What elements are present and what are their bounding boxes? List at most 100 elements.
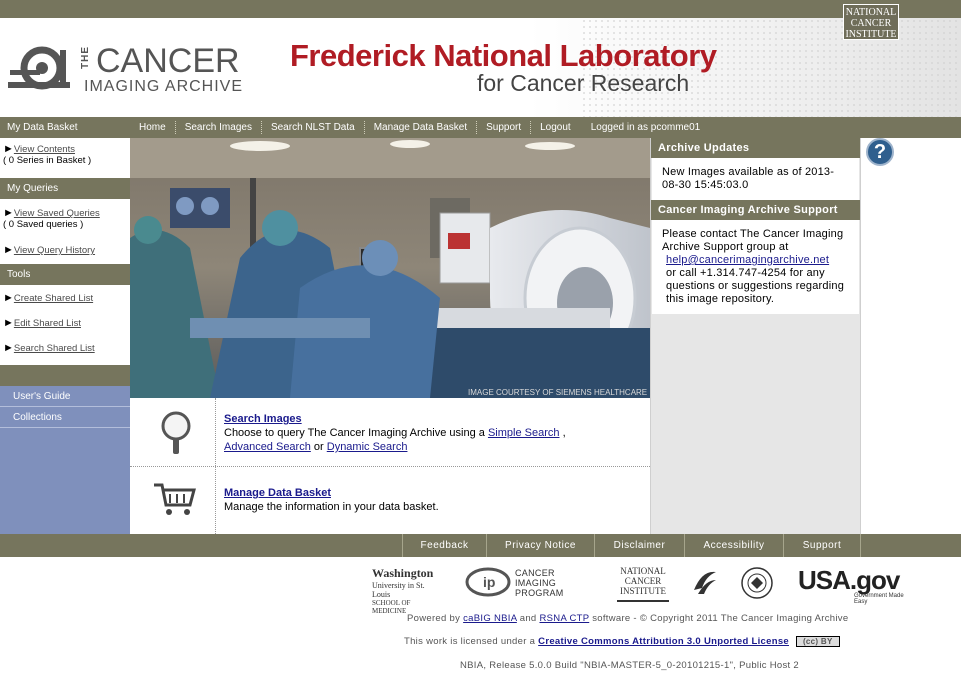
nih-logo[interactable] <box>740 566 774 602</box>
create-shared-list-link[interactable]: Create Shared List <box>14 293 93 304</box>
arrow-icon: ► <box>3 342 14 354</box>
tcia-logo[interactable]: THE CANCER IMAGING ARCHIVE <box>6 42 256 100</box>
nci-logo-bottom[interactable]: NATIONAL CANCER INSTITUTE <box>617 566 669 602</box>
search-images-link[interactable]: Search Images <box>224 412 644 426</box>
search-images-row: Search Images Choose to query The Cancer… <box>130 398 650 466</box>
archive-updates-box: New Images available as of 2013-08-30 15… <box>652 158 859 200</box>
tcia-the-text: THE <box>80 46 91 69</box>
sidebar-tools-body: ►Create Shared List ►Edit Shared List ►S… <box>0 285 130 365</box>
search-icon-cell <box>130 398 216 466</box>
manage-basket-row: Manage Data Basket Manage the informatio… <box>130 466 650 534</box>
view-contents-link[interactable]: View Contents <box>14 144 75 155</box>
release-info: NBIA, Release 5.0.0 Build "NBIA-MASTER-5… <box>460 660 799 671</box>
manage-basket-text: Manage Data Basket Manage the informatio… <box>224 486 644 514</box>
usagov-logo[interactable]: USA.gov Government Made Easy <box>798 565 908 605</box>
washu-name: Washington <box>372 566 434 580</box>
operating-room-illustration: IMAGE COURTESY OF SIEMENS HEALTHCARE <box>130 138 650 398</box>
cip-line-1: CANCER <box>515 568 555 578</box>
or-text: or <box>313 441 324 453</box>
nci-top-logo[interactable]: NATIONAL CANCER INSTITUTE <box>843 4 899 40</box>
usagov-sub: Government Made Easy <box>854 593 904 605</box>
rsna-link[interactable]: RSNA CTP <box>539 613 589 624</box>
logged-in-status: Logged in as pcomme01 <box>590 122 701 133</box>
basket-description: Manage the information in your data bask… <box>224 501 439 513</box>
arrow-icon: ► <box>3 292 14 304</box>
archive-updates-text: New Images available as of 2013-08-30 15… <box>662 166 835 191</box>
cabig-link[interactable]: caBIG NBIA <box>463 613 517 624</box>
simple-search-link[interactable]: Simple Search <box>488 427 560 439</box>
license-line: This work is licensed under a Creative C… <box>404 636 840 647</box>
arrow-icon: ► <box>3 207 14 219</box>
comma: , <box>562 427 566 439</box>
cip-icon: ip <box>465 567 511 597</box>
nih-seal-icon <box>741 567 773 599</box>
copyright-text: software - © Copyright 2011 The Cancer I… <box>592 613 849 624</box>
svg-text:ip: ip <box>483 574 495 590</box>
search-images-text: Search Images Choose to query The Cancer… <box>224 412 644 454</box>
manage-data-basket-link[interactable]: Manage Data Basket <box>224 486 644 500</box>
view-saved-queries-link[interactable]: View Saved Queries <box>14 208 100 219</box>
hhs-eagle-icon <box>694 571 716 594</box>
arrow-icon: ► <box>3 244 14 256</box>
nav-logout[interactable]: Logout <box>531 121 580 134</box>
sidebar-queries-body: ►View Saved Queries ( 0 Saved queries ) … <box>0 199 130 264</box>
top-bar <box>0 0 961 18</box>
nav-support[interactable]: Support <box>477 121 532 134</box>
collections-link[interactable]: Collections <box>0 407 130 428</box>
advanced-search-link[interactable]: Advanced Search <box>224 441 311 453</box>
footer-feedback[interactable]: Feedback <box>402 534 486 557</box>
cip-logo[interactable]: ip CANCER IMAGING PROGRAM <box>465 566 575 602</box>
arrow-icon: ► <box>3 143 14 155</box>
nav-search-nlst[interactable]: Search NLST Data <box>262 121 365 134</box>
search-shared-list-link[interactable]: Search Shared List <box>14 343 95 354</box>
main-actions: Search Images Choose to query The Cancer… <box>130 398 650 534</box>
support-head: Cancer Imaging Archive Support <box>651 200 860 220</box>
and-text: and <box>519 613 537 624</box>
cc-badge[interactable]: (cc) BY <box>795 636 840 647</box>
series-count: ( 0 Series in Basket ) <box>3 155 92 166</box>
nav-search-images[interactable]: Search Images <box>176 121 262 134</box>
cip-line-3: PROGRAM <box>515 588 564 598</box>
right-column: Archive Updates New Images available as … <box>650 138 861 534</box>
nav-home[interactable]: Home <box>130 121 176 134</box>
license-prefix: This work is licensed under a <box>404 636 536 648</box>
main-nav: Home Search Images Search NLST Data Mana… <box>130 117 961 138</box>
hhs-logo[interactable] <box>690 566 720 602</box>
footer-bar: Feedback Privacy Notice Disclaimer Acces… <box>0 534 961 557</box>
cip-line-2: IMAGING <box>515 578 557 588</box>
tcia-cancer-text: CANCER <box>96 42 240 80</box>
license-link[interactable]: Creative Commons Attribution 3.0 Unporte… <box>538 636 789 647</box>
washu-sub: University in St. Louis <box>372 581 425 599</box>
footer-disclaimer[interactable]: Disclaimer <box>594 534 684 557</box>
sidebar-spacer <box>0 365 130 386</box>
nav-manage-basket[interactable]: Manage Data Basket <box>365 121 478 134</box>
tcia-archive-text: IMAGING ARCHIVE <box>84 78 244 95</box>
archive-updates-head: Archive Updates <box>651 138 860 158</box>
washu-logo[interactable]: Washington University in St. Louis SCHOO… <box>372 566 442 615</box>
scanner-logo-icon <box>8 46 70 90</box>
view-query-history-link[interactable]: View Query History <box>14 245 95 256</box>
sidebar-queries-head: My Queries <box>0 178 130 199</box>
arrow-icon: ► <box>3 317 14 329</box>
fnl-title: Frederick National Laboratory <box>290 38 717 73</box>
sidebar: My Data Basket ►View Contents ( 0 Series… <box>0 117 130 534</box>
sidebar-tools-head: Tools <box>0 264 130 285</box>
sidebar-basket-head: My Data Basket <box>0 117 130 138</box>
support-text-1: Please contact The Cancer Imaging Archiv… <box>662 228 844 253</box>
support-text-2: or call +1.314.747-4254 for any question… <box>666 267 845 305</box>
support-email-link[interactable]: help@cancerimagingarchive.net <box>666 254 829 266</box>
banner-caption: IMAGE COURTESY OF SIEMENS HEALTHCARE <box>468 388 647 397</box>
footer-support[interactable]: Support <box>783 534 861 557</box>
usagov-text: USA.gov <box>798 565 900 595</box>
footer-privacy[interactable]: Privacy Notice <box>486 534 594 557</box>
edit-shared-list-link[interactable]: Edit Shared List <box>14 318 81 329</box>
search-description: Choose to query The Cancer Imaging Archi… <box>224 427 485 439</box>
users-guide-link[interactable]: User's Guide <box>0 386 130 407</box>
cart-icon <box>154 483 196 515</box>
dynamic-search-link[interactable]: Dynamic Search <box>327 441 408 453</box>
fnl-subtitle: for Cancer Research <box>477 70 690 96</box>
support-box: Please contact The Cancer Imaging Archiv… <box>652 220 859 314</box>
magnifier-icon <box>161 411 191 454</box>
help-icon[interactable]: ? <box>866 138 894 166</box>
footer-accessibility[interactable]: Accessibility <box>684 534 783 557</box>
